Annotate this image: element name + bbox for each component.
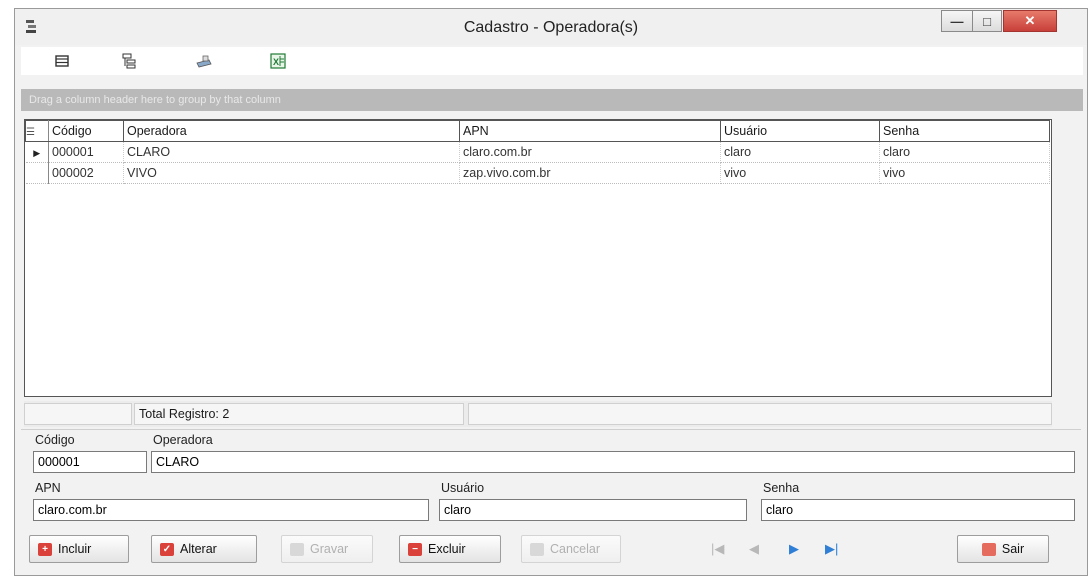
save-icon — [290, 542, 304, 556]
senha-label: Senha — [763, 481, 800, 495]
usuario-label: Usuário — [441, 481, 485, 495]
footer-empty-cell — [24, 403, 132, 425]
cell-apn[interactable]: zap.vivo.com.br — [459, 162, 721, 184]
layout-button[interactable] — [51, 51, 73, 71]
group-hint: Drag a column header here to group by th… — [29, 94, 281, 106]
column-chooser[interactable]: ☰ — [25, 120, 49, 142]
divider — [21, 429, 1081, 430]
minimize-icon: — — [950, 13, 964, 29]
row-indicator: ▶ — [25, 141, 49, 163]
group-tree-button[interactable] — [119, 51, 141, 71]
group-by-panel[interactable]: Drag a column header here to group by th… — [21, 89, 1083, 111]
maximize-button[interactable]: □ — [972, 10, 1002, 32]
header-operadora[interactable]: Operadora — [123, 120, 460, 142]
usuario-input[interactable] — [444, 500, 746, 520]
maximize-icon: □ — [983, 13, 991, 29]
window-title: Cadastro - Operadora(s) — [463, 19, 639, 36]
alterar-button[interactable]: ✓ Alterar — [151, 535, 257, 563]
delete-icon: − — [408, 542, 422, 556]
operadora-grid[interactable]: ☰ Código Operadora APN Usuário Senha ▶ 0… — [24, 119, 1052, 397]
minimize-button[interactable]: — — [941, 10, 973, 32]
layout-icon — [55, 55, 69, 67]
excluir-label: Excluir — [428, 542, 466, 556]
cadastro-window: Cadastro - Operadora(s) — □ ✕ X Drag a c… — [14, 8, 1088, 576]
incluir-label: Incluir — [58, 542, 92, 556]
print-icon — [196, 55, 212, 68]
cell-usuario[interactable]: claro — [720, 141, 880, 163]
exit-icon — [981, 542, 996, 556]
cell-codigo[interactable]: 000001 — [48, 141, 124, 163]
cancelar-button[interactable]: Cancelar — [521, 535, 621, 563]
cell-operadora[interactable]: CLARO — [123, 141, 460, 163]
apn-input[interactable] — [38, 500, 428, 520]
column-chooser-icon: ☰ — [26, 127, 35, 138]
header-apn[interactable]: APN — [459, 120, 721, 142]
edit-icon: ✓ — [160, 542, 174, 556]
first-record-icon[interactable]: |◀ — [711, 541, 724, 557]
close-icon: ✕ — [1024, 13, 1036, 28]
senha-input[interactable] — [766, 500, 1074, 520]
previous-record-icon[interactable]: ◀ — [749, 541, 759, 557]
cell-operadora[interactable]: VIVO — [123, 162, 460, 184]
codigo-label: Código — [35, 433, 75, 447]
toolbar: X — [21, 47, 1083, 75]
excluir-button[interactable]: − Excluir — [399, 535, 501, 563]
svg-text:X: X — [273, 57, 279, 67]
apn-label: APN — [35, 481, 61, 495]
usuario-field[interactable] — [439, 499, 747, 521]
gravar-label: Gravar — [310, 542, 349, 556]
operadora-label: Operadora — [153, 433, 213, 447]
apn-field[interactable] — [33, 499, 429, 521]
gravar-button[interactable]: Gravar — [281, 535, 373, 563]
cell-codigo[interactable]: 000002 — [48, 162, 124, 184]
row-indicator — [25, 162, 49, 184]
sair-label: Sair — [1001, 542, 1025, 556]
table-row[interactable]: ▶ 000001 CLARO claro.com.br claro claro — [25, 141, 1050, 163]
print-button[interactable] — [193, 51, 215, 71]
next-record-icon[interactable]: ▶ — [789, 541, 799, 557]
last-record-icon[interactable]: ▶| — [825, 541, 838, 557]
add-icon: + — [38, 542, 52, 556]
table-row[interactable]: 000002 VIVO zap.vivo.com.br vivo vivo — [25, 162, 1050, 184]
total-records: Total Registro: 2 — [134, 403, 464, 425]
cell-senha[interactable]: claro — [879, 141, 1050, 163]
cell-senha[interactable]: vivo — [879, 162, 1050, 184]
export-excel-button[interactable]: X — [267, 51, 289, 71]
title-bar: Cadastro - Operadora(s) — □ ✕ — [15, 9, 1087, 45]
senha-field[interactable] — [761, 499, 1075, 521]
codigo-input[interactable] — [38, 452, 146, 472]
codigo-field[interactable] — [33, 451, 147, 473]
sair-button[interactable]: Sair — [957, 535, 1049, 563]
operadora-field[interactable] — [151, 451, 1075, 473]
header-row: ☰ Código Operadora APN Usuário Senha — [25, 120, 1050, 142]
data-table: ☰ Código Operadora APN Usuário Senha ▶ 0… — [25, 120, 1050, 184]
close-button[interactable]: ✕ — [1003, 10, 1057, 32]
operadora-input[interactable] — [156, 452, 1074, 472]
tree-icon — [122, 53, 136, 69]
header-senha[interactable]: Senha — [879, 120, 1050, 142]
header-usuario[interactable]: Usuário — [720, 120, 880, 142]
cancelar-label: Cancelar — [550, 542, 601, 556]
header-codigo[interactable]: Código — [48, 120, 124, 142]
cancel-icon — [530, 542, 544, 556]
grid-footer: Total Registro: 2 — [24, 401, 1052, 427]
incluir-button[interactable]: + Incluir — [29, 535, 129, 563]
excel-icon: X — [270, 53, 286, 69]
cell-usuario[interactable]: vivo — [720, 162, 880, 184]
current-row-icon: ▶ — [33, 148, 41, 158]
cell-apn[interactable]: claro.com.br — [459, 141, 721, 163]
alterar-label: Alterar — [180, 542, 217, 556]
footer-empty-cell — [468, 403, 1052, 425]
